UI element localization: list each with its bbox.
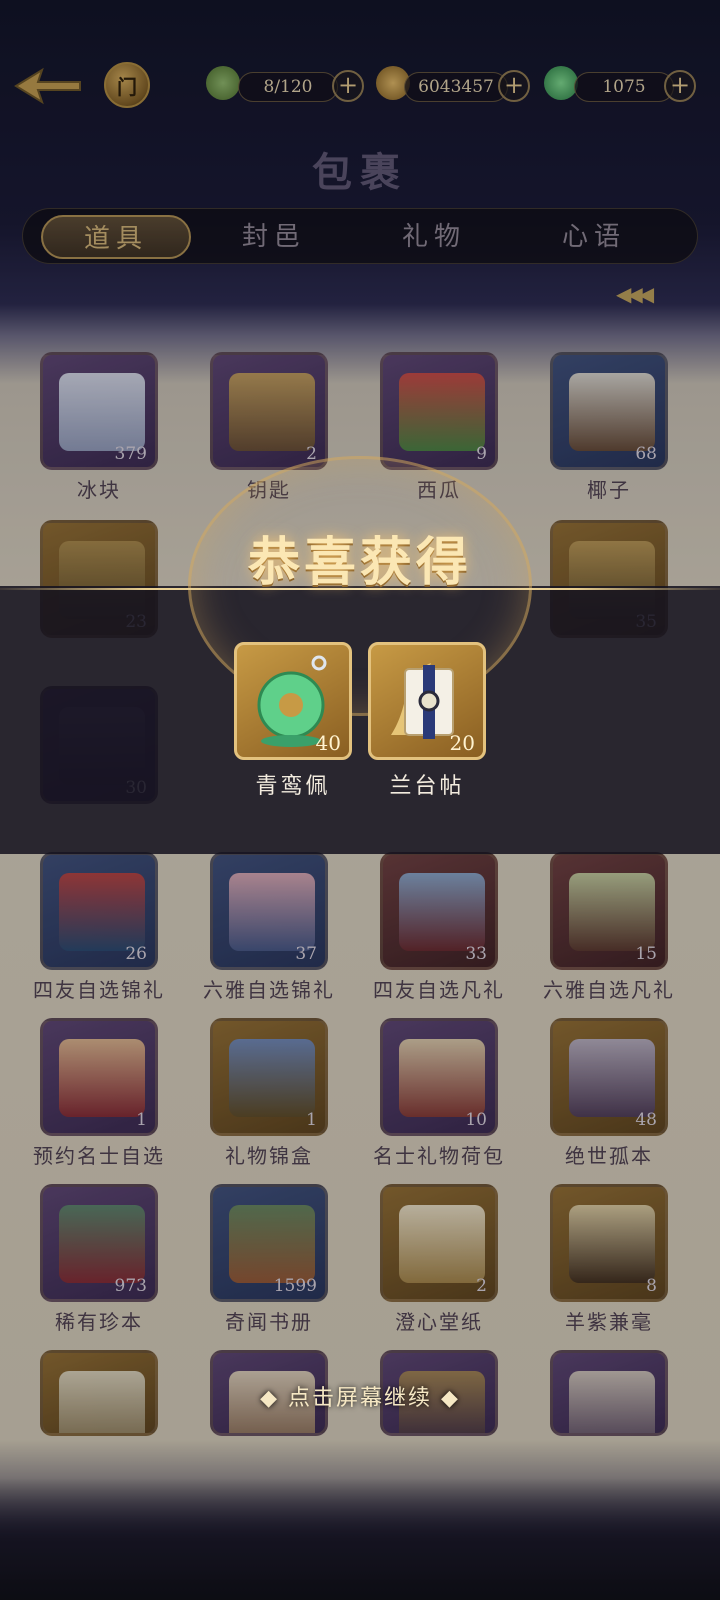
reward-item[interactable]: 40 青鸾佩 bbox=[234, 642, 352, 800]
tap-to-continue-hint[interactable]: ◆ 点击屏幕继续 ◆ bbox=[0, 1380, 720, 1412]
game-screen[interactable]: 门 8/120 + 6043457 + 1075 + 包裹 道具 封邑 礼物 心… bbox=[0, 0, 720, 1600]
reward-item[interactable]: 20 兰台帖 bbox=[368, 642, 486, 800]
reward-title: 恭喜获得 bbox=[247, 532, 472, 593]
